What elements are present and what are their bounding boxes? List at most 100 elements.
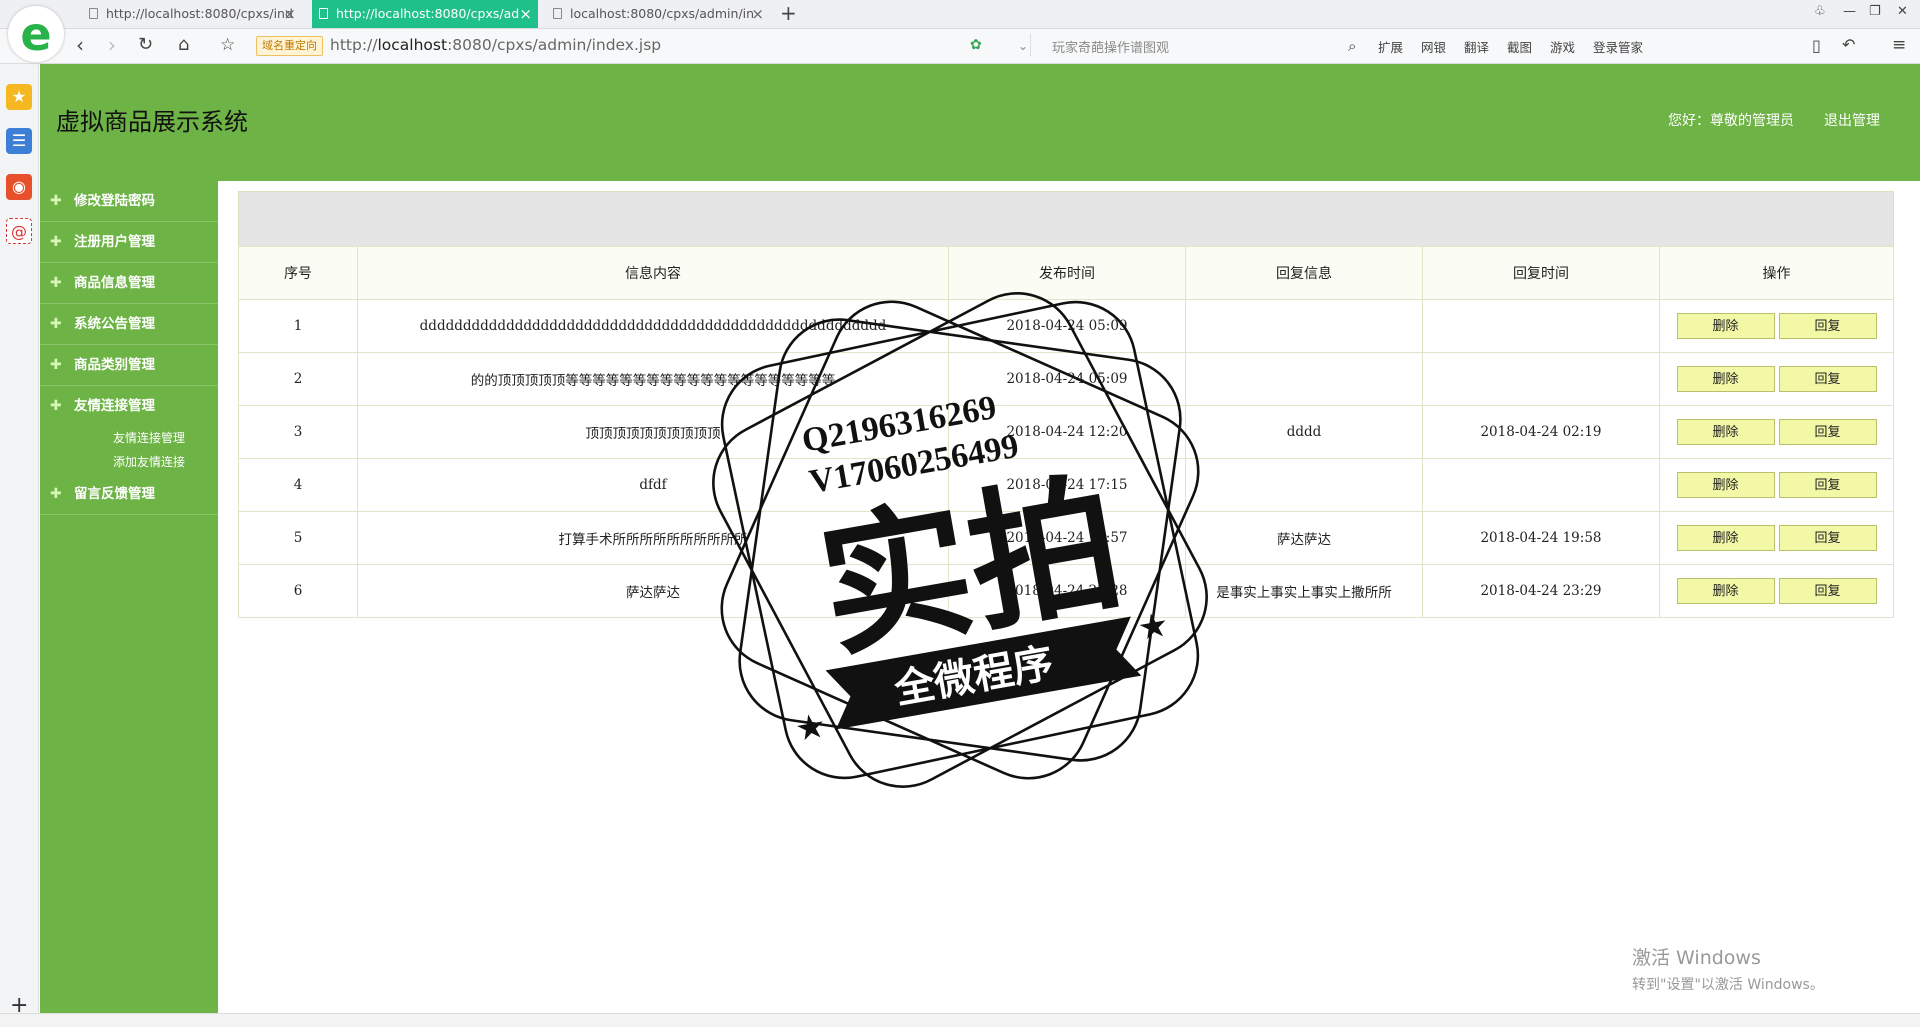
stamp-banner-text: 全微程序 bbox=[890, 640, 1057, 713]
skin-icon[interactable]: ♧ bbox=[1814, 4, 1826, 19]
sidebar-subitem-link-manage[interactable]: 友情连接管理 bbox=[40, 426, 218, 450]
sidebar-item-links[interactable]: ✚ 友情连接管理 bbox=[40, 386, 218, 426]
col-reply: 回复信息 bbox=[1185, 246, 1423, 300]
stamp-banner bbox=[825, 616, 1142, 730]
close-icon[interactable]: × bbox=[751, 0, 764, 28]
browser-tab-1[interactable]: http://localhost:8080/cpxs/ind × bbox=[82, 0, 302, 28]
watermark-title: 激活 Windows bbox=[1632, 947, 1761, 969]
favorites-icon[interactable]: ★ bbox=[6, 84, 32, 110]
dropdown-icon[interactable]: ⌄ bbox=[1018, 39, 1028, 53]
sidebar-item-categories[interactable]: ✚ 商品类别管理 bbox=[40, 345, 218, 386]
back-icon[interactable]: ‹ bbox=[76, 33, 84, 57]
browser-tab-3[interactable]: localhost:8080/cpxs/admin/in × bbox=[546, 0, 770, 28]
games-button[interactable]: 游戏 bbox=[1550, 40, 1575, 55]
toolbar: 扩展 网银 翻译 截图 游戏 登录管家 bbox=[1378, 37, 1657, 56]
url-input[interactable]: http://localhost:8080/cpxs/admin/index.j… bbox=[330, 36, 661, 54]
plus-icon: ✚ bbox=[50, 316, 62, 332]
security-icon[interactable]: ✿ bbox=[970, 37, 982, 53]
browser-logo[interactable]: e bbox=[8, 6, 64, 62]
cell-id: 2 bbox=[238, 352, 358, 406]
cell-id: 1 bbox=[238, 299, 358, 353]
undo-icon[interactable]: ↶ bbox=[1842, 35, 1855, 54]
cell-content: dddddddddddddddddddddddddddddddddddddddd… bbox=[357, 299, 949, 353]
reply-button[interactable]: 回复 bbox=[1778, 525, 1877, 551]
delete-button[interactable]: 删除 bbox=[1676, 472, 1775, 498]
refresh-icon[interactable]: ↻ bbox=[138, 34, 153, 55]
main-content: 序号 信息内容 发布时间 回复信息 回复时间 操作 1 dddddddddddd… bbox=[238, 191, 1894, 618]
col-id: 序号 bbox=[238, 246, 358, 300]
weibo-icon[interactable]: ◉ bbox=[6, 174, 32, 200]
plus-icon: ✚ bbox=[50, 234, 62, 250]
sidebar-item-products[interactable]: ✚ 商品信息管理 bbox=[40, 263, 218, 304]
cell-time: 2018-04-24 19:57 bbox=[948, 511, 1186, 565]
star-icon: ★ bbox=[792, 705, 829, 750]
site-title: 虚拟商品展示系统 bbox=[56, 108, 248, 136]
new-tab-button[interactable]: + bbox=[780, 0, 797, 28]
cell-reply bbox=[1185, 458, 1423, 512]
windows-activation-watermark: 激活 Windows 转到"设置"以激活 Windows。 bbox=[1632, 943, 1824, 994]
extension-button[interactable]: 扩展 bbox=[1378, 40, 1403, 55]
plus-icon: ✚ bbox=[50, 275, 62, 291]
delete-button[interactable]: 删除 bbox=[1676, 366, 1775, 392]
cell-reply bbox=[1185, 299, 1423, 353]
browser-side-panel: ★ ☰ ◉ @ + bbox=[0, 64, 39, 1026]
cell-id: 5 bbox=[238, 511, 358, 565]
netbank-button[interactable]: 网银 bbox=[1421, 40, 1446, 55]
table-row: 3 顶顶顶顶顶顶顶顶顶顶 2018-04-24 12:20 dddd 2018-… bbox=[238, 405, 1894, 459]
minimize-icon[interactable]: — bbox=[1843, 4, 1856, 19]
reply-button[interactable]: 回复 bbox=[1778, 313, 1877, 339]
browser-tab-2[interactable]: http://localhost:8080/cpxs/ad × bbox=[312, 0, 538, 28]
col-content: 信息内容 bbox=[357, 246, 949, 300]
table-row: 1 dddddddddddddddddddddddddddddddddddddd… bbox=[238, 299, 1894, 353]
sidebar-subitem-link-add[interactable]: 添加友情连接 bbox=[40, 450, 218, 474]
cell-content: 萨达萨达 bbox=[357, 564, 949, 618]
search-icon[interactable]: ⌕ bbox=[1348, 37, 1356, 55]
page-icon bbox=[319, 8, 328, 19]
menu-icon[interactable]: ≡ bbox=[1892, 35, 1906, 55]
close-icon[interactable]: × bbox=[283, 0, 296, 28]
forward-icon[interactable]: › bbox=[108, 33, 116, 57]
sidebar-item-announcements[interactable]: ✚ 系统公告管理 bbox=[40, 304, 218, 345]
admin-sidebar: ✚ 修改登陆密码 ✚ 注册用户管理 ✚ 商品信息管理 ✚ 系统公告管理 ✚ 商品… bbox=[40, 181, 218, 1013]
bookmark-icon[interactable]: ▯ bbox=[1812, 36, 1821, 55]
cell-reply-time: 2018-04-24 02:19 bbox=[1422, 405, 1660, 459]
table-row: 6 萨达萨达 2018-04-24 23:28 是事实上事实上事实上撒所所 20… bbox=[238, 564, 1894, 618]
plus-icon: ✚ bbox=[50, 357, 62, 373]
reply-button[interactable]: 回复 bbox=[1778, 419, 1877, 445]
close-icon[interactable]: × bbox=[519, 0, 532, 28]
delete-button[interactable]: 删除 bbox=[1676, 419, 1775, 445]
cell-actions: 删除 回复 bbox=[1659, 564, 1894, 618]
sidebar-item-users[interactable]: ✚ 注册用户管理 bbox=[40, 222, 218, 263]
cell-id: 3 bbox=[238, 405, 358, 459]
logout-link[interactable]: 退出管理 bbox=[1824, 110, 1880, 130]
reader-icon[interactable]: ☰ bbox=[6, 128, 32, 154]
table-row: 5 打算手术所所所所所所所所所所 2018-04-24 19:57 萨达萨达 2… bbox=[238, 511, 1894, 565]
cell-time: 2018-04-24 12:20 bbox=[948, 405, 1186, 459]
cell-actions: 删除 回复 bbox=[1659, 405, 1894, 459]
translate-button[interactable]: 翻译 bbox=[1464, 40, 1489, 55]
cell-time: 2018-04-24 05:09 bbox=[948, 352, 1186, 406]
reply-button[interactable]: 回复 bbox=[1778, 366, 1877, 392]
address-bar: ‹ › ↻ ⌂ ☆ 域名重定向 http://localhost:8080/cp… bbox=[0, 29, 1920, 64]
close-window-icon[interactable]: ✕ bbox=[1897, 4, 1908, 19]
delete-button[interactable]: 删除 bbox=[1676, 525, 1775, 551]
mail-icon[interactable]: @ bbox=[6, 218, 32, 244]
cell-reply-time bbox=[1422, 352, 1660, 406]
restore-icon[interactable]: ❐ bbox=[1869, 4, 1881, 19]
login-manager-button[interactable]: 登录管家 bbox=[1593, 40, 1643, 55]
favorite-star-icon[interactable]: ☆ bbox=[220, 35, 235, 55]
sidebar-item-feedback[interactable]: ✚ 留言反馈管理 bbox=[40, 474, 218, 515]
delete-button[interactable]: 删除 bbox=[1676, 313, 1775, 339]
reply-button[interactable]: 回复 bbox=[1778, 578, 1877, 604]
tab-label: http://localhost:8080/cpxs/ad bbox=[336, 6, 520, 21]
reply-button[interactable]: 回复 bbox=[1778, 472, 1877, 498]
home-icon[interactable]: ⌂ bbox=[178, 34, 189, 55]
sidebar-item-password[interactable]: ✚ 修改登陆密码 bbox=[40, 181, 218, 222]
divider bbox=[1030, 34, 1031, 56]
screenshot-button[interactable]: 截图 bbox=[1507, 40, 1532, 55]
feedback-table: 序号 信息内容 发布时间 回复信息 回复时间 操作 1 dddddddddddd… bbox=[238, 246, 1894, 618]
table-row: 2 的的顶顶顶顶顶等等等等等等等等等等等等等等等等等等等等 2018-04-24… bbox=[238, 352, 1894, 406]
delete-button[interactable]: 删除 bbox=[1676, 578, 1775, 604]
search-input[interactable]: 玩家奇葩操作谱图观 bbox=[1052, 37, 1169, 56]
cell-reply-time bbox=[1422, 458, 1660, 512]
